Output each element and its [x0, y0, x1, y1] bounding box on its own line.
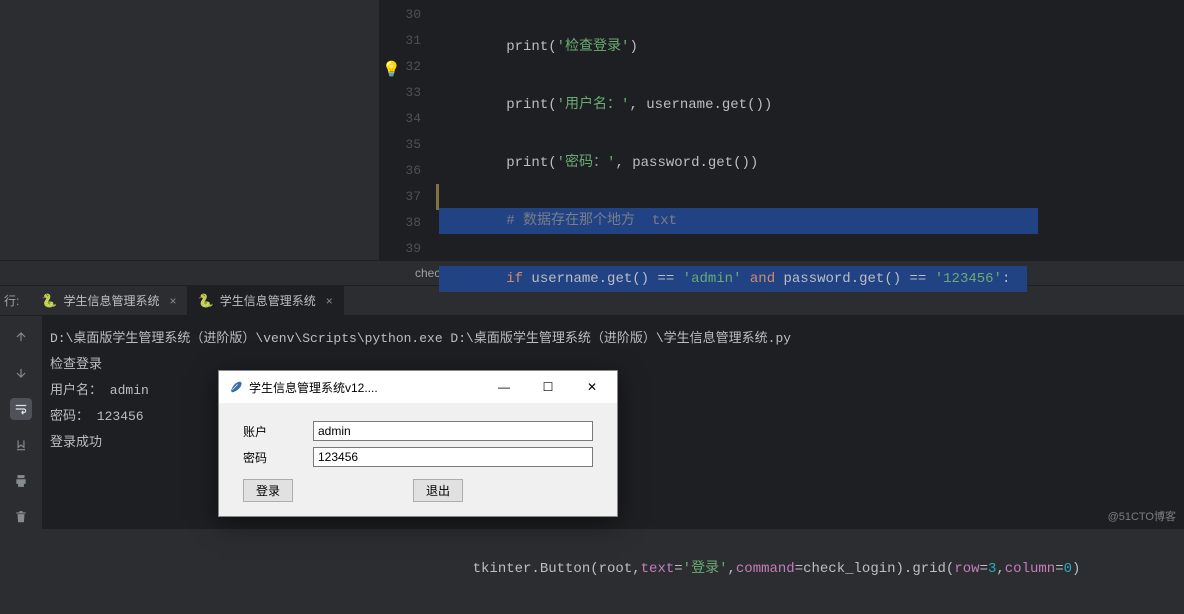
print-icon[interactable]	[10, 470, 32, 492]
python-icon: 🐍	[41, 293, 57, 309]
line-gutter: 30 31 💡32 33 34 35 36 37 38 39	[379, 0, 439, 260]
run-tab-2[interactable]: 🐍 学生信息管理系统 ×	[188, 286, 344, 316]
minimize-icon[interactable]: ―	[491, 380, 517, 394]
window-title: 学生信息管理系统v12....	[249, 379, 491, 396]
code-editor[interactable]: 30 31 💡32 33 34 35 36 37 38 39 print('检查…	[379, 0, 1184, 260]
console-line: 密码： 123456	[50, 409, 144, 424]
up-icon[interactable]	[10, 326, 32, 348]
soft-wrap-icon[interactable]	[10, 398, 32, 420]
username-label: 账户	[243, 423, 313, 440]
python-icon: 🐍	[198, 293, 214, 309]
tkinter-app-window[interactable]: 学生信息管理系统v12.... ― ☐ ✕ 账户 密码 登录 退出	[218, 370, 618, 517]
maximize-icon[interactable]: ☐	[535, 380, 561, 394]
project-panel[interactable]	[0, 0, 379, 260]
run-toolbar	[0, 316, 42, 529]
login-button[interactable]: 登录	[243, 479, 293, 502]
close-icon[interactable]: ×	[170, 294, 177, 308]
down-icon[interactable]	[10, 362, 32, 384]
tk-feather-icon	[227, 379, 243, 395]
console-cmd: D:\桌面版学生管理系统（进阶版）\venv\Scripts\python.ex…	[50, 331, 791, 346]
run-label: 行:	[0, 292, 31, 309]
warning-marker-icon	[436, 184, 439, 210]
username-input[interactable]	[313, 421, 593, 441]
trash-icon[interactable]	[10, 506, 32, 528]
close-icon[interactable]: ✕	[579, 380, 605, 394]
close-icon[interactable]: ×	[326, 294, 333, 308]
window-titlebar[interactable]: 学生信息管理系统v12.... ― ☐ ✕	[219, 371, 617, 403]
run-tab-1[interactable]: 🐍 学生信息管理系统 ×	[31, 286, 187, 316]
watermark: @51CTO博客	[1108, 508, 1176, 524]
password-label: 密码	[243, 449, 313, 466]
password-input[interactable]	[313, 447, 593, 467]
code-body[interactable]: print('检查登录') print('用户名：', username.get…	[439, 0, 1184, 260]
console-line: 登录成功	[50, 435, 102, 450]
console-line: 检查登录	[50, 357, 102, 372]
exit-button[interactable]: 退出	[413, 479, 463, 502]
console-line: 用户名： admin	[50, 383, 149, 398]
scroll-end-icon[interactable]	[10, 434, 32, 456]
